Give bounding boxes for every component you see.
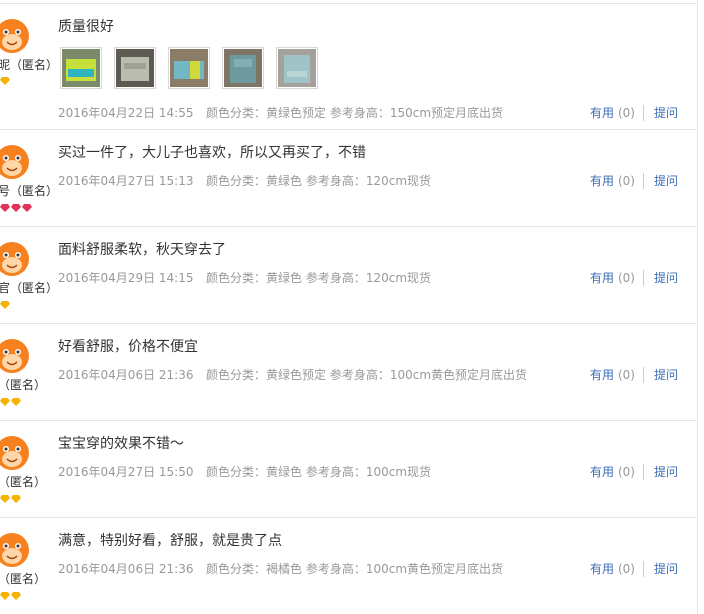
heart-diamond-icon	[0, 204, 10, 212]
diamond-icon	[0, 398, 10, 406]
user-name: （匿名）	[0, 572, 47, 586]
ask-button[interactable]: 提问	[654, 560, 678, 577]
user-name: 官（匿名）	[0, 281, 59, 295]
diamond-icon	[0, 301, 10, 309]
review-photo[interactable]	[222, 47, 264, 89]
review-item: 号（匿名） 买过一件了，大儿子也喜欢，所以又再买了，不错 2016年04月27日…	[0, 130, 698, 227]
avatar-icon	[0, 339, 29, 373]
review-photo[interactable]	[60, 47, 102, 89]
credit-badge	[0, 495, 21, 505]
useful-button[interactable]: 有用	[590, 104, 614, 121]
action-divider	[642, 269, 644, 286]
review-photo[interactable]	[168, 47, 210, 89]
heart-diamond-icon	[22, 204, 32, 212]
diamond-icon	[0, 495, 10, 503]
review-date: 2016年04月27日 15:13	[58, 174, 194, 188]
avatar-icon	[0, 19, 29, 53]
review-photo[interactable]	[114, 47, 156, 89]
review-text: 质量很好	[58, 19, 114, 35]
review-actions: 有用 (0) 提问	[590, 269, 678, 286]
useful-count: (0)	[617, 367, 635, 382]
useful-button[interactable]: 有用	[590, 366, 614, 383]
credit-badge	[0, 398, 21, 408]
useful-count: (0)	[617, 173, 635, 188]
avatar-icon	[0, 242, 29, 276]
diamond-icon	[0, 592, 10, 600]
useful-count: (0)	[617, 464, 635, 479]
jacket-folded-photo-icon	[170, 49, 208, 87]
avatar-icon	[0, 145, 29, 179]
action-divider	[642, 104, 644, 121]
review-text: 买过一件了，大儿子也喜欢，所以又再买了，不错	[58, 145, 366, 161]
sku-info: 颜色分类：黄绿色 参考身高：120cm现货	[206, 174, 432, 188]
sku-info: 颜色分类：黄绿色 参考身高：120cm现货	[206, 271, 432, 285]
review-date: 2016年04月06日 21:36	[58, 562, 194, 576]
review-actions: 有用 (0) 提问	[590, 560, 678, 577]
diamond-icon	[11, 592, 21, 600]
user-name: （匿名）	[0, 475, 47, 489]
credit-badge	[0, 301, 10, 311]
jacket-photo-icon	[62, 49, 100, 87]
review-actions: 有用 (0) 提问	[590, 463, 678, 480]
review-date: 2016年04月27日 15:50	[58, 465, 194, 479]
user-name: （匿名）	[0, 378, 47, 392]
ask-button[interactable]: 提问	[654, 269, 678, 286]
review-date: 2016年04月06日 21:36	[58, 368, 194, 382]
useful-button[interactable]: 有用	[590, 560, 614, 577]
review-date: 2016年04月29日 14:15	[58, 271, 194, 285]
review-item: （匿名） 好看舒服，价格不便宜 2016年04月06日 21:36 颜色分类：黄…	[0, 324, 698, 421]
review-text: 面料舒服柔软，秋天穿去了	[58, 242, 226, 258]
diamond-icon	[11, 495, 21, 503]
user-name: 号（匿名）	[0, 184, 59, 198]
credit-badge	[0, 77, 10, 87]
useful-button[interactable]: 有用	[590, 463, 614, 480]
review-text: 宝宝穿的效果不错～	[58, 436, 184, 452]
useful-count: (0)	[617, 561, 635, 576]
pants-light-photo-icon	[278, 49, 316, 87]
review-text: 好看舒服，价格不便宜	[58, 339, 198, 355]
sku-info: 颜色分类：黄绿色预定 参考身高：150cm预定月底出货	[206, 106, 504, 120]
photo-list	[60, 47, 318, 89]
heart-diamond-icon	[11, 204, 21, 212]
ask-button[interactable]: 提问	[654, 366, 678, 383]
review-item: 官（匿名） 面料舒服柔软，秋天穿去了 2016年04月29日 14:15 颜色分…	[0, 227, 698, 324]
sku-info: 颜色分类：褐橘色 参考身高：100cm黄色预定月底出货	[206, 562, 504, 576]
action-divider	[642, 463, 644, 480]
review-actions: 有用 (0) 提问	[590, 172, 678, 189]
review-actions: 有用 (0) 提问	[590, 366, 678, 383]
review-text: 满意，特别好看，舒服，就是贵了点	[58, 533, 282, 549]
ask-button[interactable]: 提问	[654, 104, 678, 121]
pants-photo-icon	[224, 49, 262, 87]
useful-count: (0)	[617, 270, 635, 285]
pants-gray-photo-icon	[116, 49, 154, 87]
review-item: 昵（匿名） 质量很好 2016年04月22日 14:55 颜色分类：黄绿色预定 …	[0, 4, 698, 130]
review-item: （匿名） 满意，特别好看，舒服，就是贵了点 2016年04月06日 21:36 …	[0, 518, 698, 614]
ask-button[interactable]: 提问	[654, 463, 678, 480]
review-actions: 有用 (0) 提问	[590, 104, 678, 121]
user-name: 昵（匿名）	[0, 58, 59, 72]
action-divider	[642, 172, 644, 189]
review-item: （匿名） 宝宝穿的效果不错～ 2016年04月27日 15:50 颜色分类：黄绿…	[0, 421, 698, 518]
review-photo[interactable]	[276, 47, 318, 89]
useful-count: (0)	[617, 105, 635, 120]
useful-button[interactable]: 有用	[590, 269, 614, 286]
sku-info: 颜色分类：黄绿色 参考身高：100cm现货	[206, 465, 432, 479]
avatar-icon	[0, 436, 29, 470]
avatar-icon	[0, 533, 29, 567]
review-date: 2016年04月22日 14:55	[58, 106, 194, 120]
diamond-icon	[0, 77, 10, 85]
credit-badge	[0, 592, 21, 602]
useful-button[interactable]: 有用	[590, 172, 614, 189]
ask-button[interactable]: 提问	[654, 172, 678, 189]
action-divider	[642, 366, 644, 383]
diamond-icon	[11, 398, 21, 406]
credit-badge	[0, 204, 32, 214]
action-divider	[642, 560, 644, 577]
sku-info: 颜色分类：黄绿色预定 参考身高：100cm黄色预定月底出货	[206, 368, 528, 382]
